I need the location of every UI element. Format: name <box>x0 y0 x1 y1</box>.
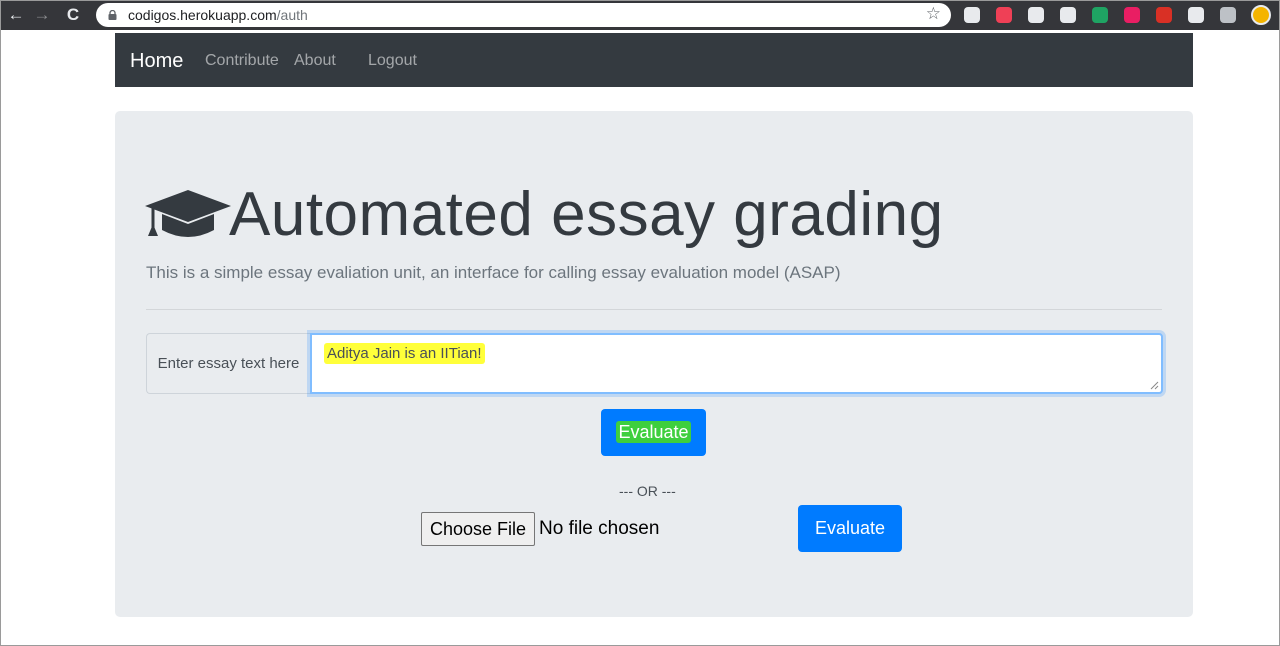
evaluate-text-button[interactable]: Evaluate <box>601 409 706 456</box>
arrow-extension-icon[interactable] <box>1028 7 1044 23</box>
browser-toolbar: ← → C codigos.herokuapp.com/auth ☆ <box>1 1 1279 30</box>
adblock-extension-icon[interactable] <box>1156 7 1172 23</box>
browser-window: ← → C codigos.herokuapp.com/auth ☆ Home … <box>0 0 1280 646</box>
essay-textarea[interactable]: Aditya Jain is an IITian! <box>310 333 1163 394</box>
address-bar[interactable]: codigos.herokuapp.com/auth ☆ <box>96 3 951 27</box>
file-status-text: No file chosen <box>539 518 660 539</box>
url-host: codigos.herokuapp.com <box>128 7 277 23</box>
evaluate-text-button-label: Evaluate <box>616 421 691 443</box>
back-arrow-icon[interactable]: ← <box>5 4 27 26</box>
speed-dial-extension-icon[interactable] <box>964 7 980 23</box>
profile-avatar[interactable] <box>1251 5 1271 25</box>
resize-grip-icon[interactable] <box>1149 380 1159 390</box>
site-navbar: Home Contribute About Logout <box>115 33 1193 87</box>
evaluate-file-button[interactable]: Evaluate <box>798 505 902 552</box>
nav-link-contribute[interactable]: Contribute <box>205 52 279 70</box>
lock-icon <box>108 10 117 20</box>
page-lead: This is a simple essay evaliation unit, … <box>146 263 841 282</box>
pocket-extension-icon[interactable] <box>996 7 1012 23</box>
google-drive-extension-icon[interactable] <box>1092 7 1108 23</box>
bookmark-star-icon[interactable]: ☆ <box>926 4 941 24</box>
forward-arrow-icon[interactable]: → <box>31 4 53 26</box>
url-path: /auth <box>276 7 308 23</box>
bulb-extension-icon[interactable] <box>1060 7 1076 23</box>
nav-link-logout[interactable]: Logout <box>368 52 417 70</box>
graduation-cap-icon <box>145 190 231 237</box>
cloud-extension-icon[interactable] <box>1220 7 1236 23</box>
essay-text-value: Aditya Jain is an IITian! <box>324 343 485 364</box>
essay-input-label: Enter essay text here <box>146 333 310 394</box>
or-separator: --- OR --- <box>619 483 676 499</box>
nav-brand-home[interactable]: Home <box>130 50 183 73</box>
reload-icon[interactable]: C <box>62 4 84 26</box>
jumbotron: Automated essay grading This is a simple… <box>115 111 1193 617</box>
address-url: codigos.herokuapp.com/auth <box>128 7 308 23</box>
page-title: Automated essay grading <box>229 180 944 249</box>
choose-file-button[interactable]: Choose File <box>421 512 535 546</box>
nav-link-about[interactable]: About <box>294 52 336 70</box>
printer-extension-icon[interactable] <box>1188 7 1204 23</box>
divider <box>146 309 1162 310</box>
video-extension-icon[interactable] <box>1124 7 1140 23</box>
essay-input-group: Enter essay text here Aditya Jain is an … <box>146 333 1163 394</box>
